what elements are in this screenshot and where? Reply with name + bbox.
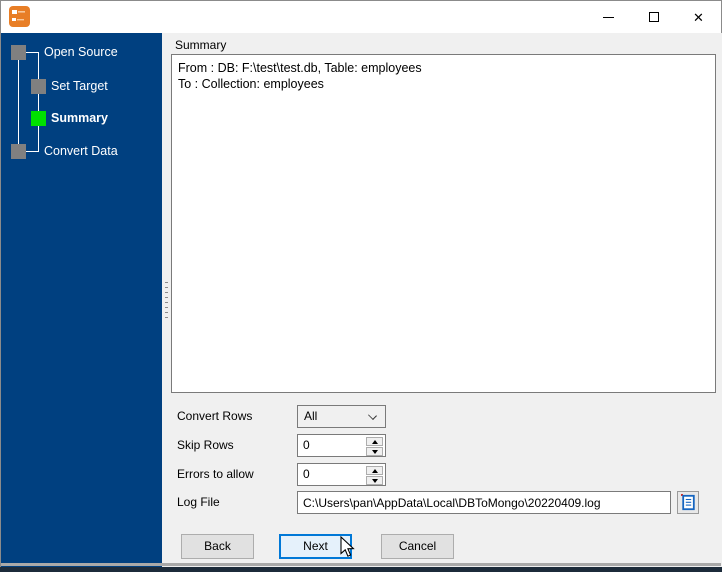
log-file-browse-button[interactable] [677, 491, 699, 514]
errors-to-allow-label: Errors to allow [177, 467, 254, 481]
maximize-button[interactable] [631, 1, 676, 33]
chevron-down-icon [368, 411, 377, 420]
summary-line-from: From : DB: F:\test\test.db, Table: emplo… [178, 61, 422, 75]
sidebar-splitter-handle[interactable] [162, 33, 171, 567]
step-marker-set-target [31, 79, 46, 94]
wizard-connector-line [25, 151, 39, 152]
app-icon [9, 6, 30, 27]
sidebar-item-set-target[interactable]: Set Target [51, 79, 108, 94]
sidebar-item-convert-data[interactable]: Convert Data [44, 144, 118, 159]
arrow-up-icon [371, 439, 378, 444]
spinner-buttons [366, 437, 383, 456]
spin-up-button[interactable] [366, 466, 383, 475]
skip-rows-value: 0 [303, 438, 310, 452]
grip-dot [165, 312, 168, 313]
grip-dot [165, 302, 168, 303]
app-window: ✕ Open Source Set Target Summary Convert… [0, 0, 722, 567]
form-row-errors-to-allow: Errors to allow 0 [171, 463, 722, 486]
skip-rows-spinner[interactable]: 0 [297, 434, 386, 457]
wizard-connector-line [18, 60, 19, 144]
arrow-down-icon [371, 449, 378, 454]
maximize-icon [648, 12, 659, 22]
form-row-convert-rows: Convert Rows All [171, 405, 722, 428]
back-button[interactable]: Back [181, 534, 254, 559]
arrow-down-icon [371, 478, 378, 483]
summary-textbox[interactable]: From : DB: F:\test\test.db, Table: emplo… [171, 54, 716, 393]
grip-dot [165, 297, 168, 298]
arrow-up-icon [371, 468, 378, 473]
grip-dot [165, 292, 168, 293]
title-bar: ✕ [1, 1, 721, 33]
mouse-cursor [340, 535, 356, 563]
grip-dot [165, 307, 168, 308]
sidebar-item-summary[interactable]: Summary [51, 111, 108, 126]
form-row-skip-rows: Skip Rows 0 [171, 434, 722, 457]
close-icon: ✕ [693, 9, 704, 25]
convert-rows-value: All [304, 409, 318, 423]
sidebar-item-open-source[interactable]: Open Source [44, 45, 118, 60]
spinner-buttons [366, 466, 383, 485]
window-bottom-edge [1, 563, 721, 566]
log-file-label: Log File [177, 495, 220, 509]
window-controls: ✕ [586, 1, 721, 33]
convert-rows-label: Convert Rows [177, 409, 253, 423]
wizard-connector-line [25, 52, 39, 53]
summary-panel-header: Summary [171, 36, 718, 54]
summary-line-to: To : Collection: employees [178, 77, 324, 91]
cancel-button[interactable]: Cancel [381, 534, 454, 559]
close-button[interactable]: ✕ [676, 1, 721, 33]
wizard-connector-line [38, 52, 39, 152]
step-marker-convert-data [11, 144, 26, 159]
spin-down-button[interactable] [366, 476, 383, 485]
minimize-icon [603, 16, 614, 18]
main-panel: Summary From : DB: F:\test\test.db, Tabl… [171, 33, 722, 567]
log-file-input[interactable] [297, 491, 671, 514]
minimize-button[interactable] [586, 1, 631, 33]
form-row-log-file: Log File [171, 491, 722, 514]
grip-dot [165, 282, 168, 283]
convert-rows-select[interactable]: All [297, 405, 386, 428]
step-marker-summary-active [31, 111, 46, 126]
wizard-sidebar: Open Source Set Target Summary Convert D… [1, 33, 162, 567]
grip-dot [165, 317, 168, 318]
spin-down-button[interactable] [366, 447, 383, 456]
spin-up-button[interactable] [366, 437, 383, 446]
log-document-icon [680, 494, 695, 511]
errors-to-allow-spinner[interactable]: 0 [297, 463, 386, 486]
skip-rows-label: Skip Rows [177, 438, 234, 452]
step-marker-open-source [11, 45, 26, 60]
grip-dot [165, 287, 168, 288]
errors-to-allow-value: 0 [303, 467, 310, 481]
